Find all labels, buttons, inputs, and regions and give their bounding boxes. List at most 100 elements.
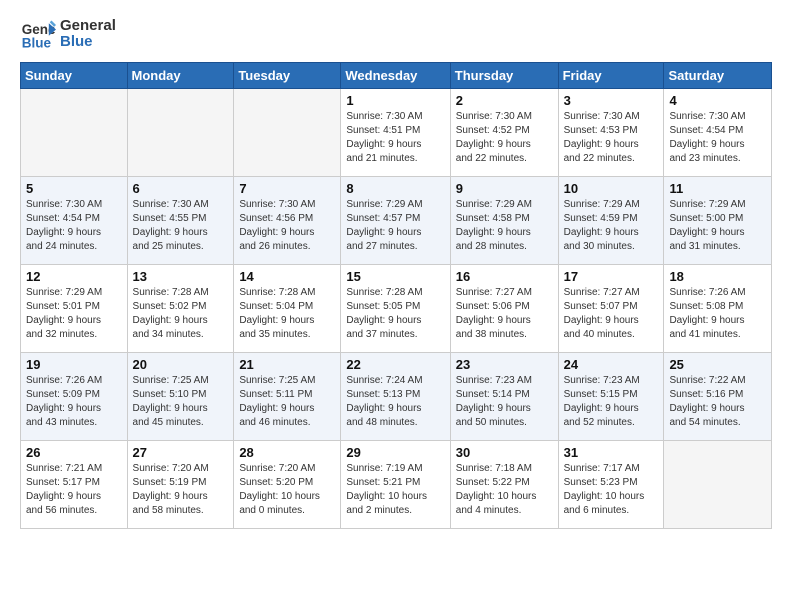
calendar-cell: 3Sunrise: 7:30 AM Sunset: 4:53 PM Daylig…: [558, 89, 664, 177]
calendar-cell: 14 Sunrise: 7:28 AM Sunset: 5:04 PM Dayli…: [234, 265, 341, 353]
weekday-header-friday: Friday: [558, 63, 664, 89]
day-number: 9: [456, 181, 553, 196]
calendar-cell: 6Sunrise: 7:30 AM Sunset: 4:55 PM Daylig…: [127, 177, 234, 265]
day-info: Sunrise: 7:20 AM Sunset: 5:19 PM Dayligh…: [133, 462, 229, 518]
day-info: Sunrise: 7:25 AM Sunset: 5:10 PM Dayligh…: [133, 374, 229, 430]
day-info: Sunrise: 7:29 AM Sunset: 5:01 PM Dayligh…: [26, 286, 122, 342]
calendar-cell: [127, 89, 234, 177]
calendar-cell: 29Sunrise: 7:19 AM Sunset: 5:21 PM Dayli…: [341, 441, 450, 529]
calendar-cell: 13 Sunrise: 7:28 AM Sunset: 5:02 PM Dayli…: [127, 265, 234, 353]
day-number: 5: [26, 181, 122, 196]
day-info: Sunrise: 7:21 AM Sunset: 5:17 PM Dayligh…: [26, 462, 122, 518]
day-number: 13: [133, 269, 229, 284]
day-info: Sunrise: 7:30 AM Sunset: 4:54 PM Dayligh…: [669, 110, 766, 166]
calendar-cell: 18 Sunrise: 7:26 AM Sunset: 5:08 PM Dayli…: [664, 265, 772, 353]
day-number: 31: [564, 445, 659, 460]
day-info: Sunrise: 7:22 AM Sunset: 5:16 PM Dayligh…: [669, 374, 766, 430]
calendar-week-row: 1 Sunrise: 7:30 AM Sunset: 4:51 PM Daylig…: [21, 89, 772, 177]
weekday-header-saturday: Saturday: [664, 63, 772, 89]
calendar-cell: 26Sunrise: 7:21 AM Sunset: 5:17 PM Dayli…: [21, 441, 128, 529]
header: General Blue General Blue: [20, 16, 772, 52]
day-number: 12: [26, 269, 122, 284]
day-number: 14: [239, 269, 335, 284]
calendar-cell: 17 Sunrise: 7:27 AM Sunset: 5:07 PM Dayli…: [558, 265, 664, 353]
calendar-cell: 19Sunrise: 7:26 AM Sunset: 5:09 PM Dayli…: [21, 353, 128, 441]
day-info: Sunrise: 7:19 AM Sunset: 5:21 PM Dayligh…: [346, 462, 444, 518]
day-info: Sunrise: 7:29 AM Sunset: 5:00 PM Dayligh…: [669, 198, 766, 254]
day-info: Sunrise: 7:28 AM Sunset: 5:02 PM Dayligh…: [133, 286, 229, 342]
day-info: Sunrise: 7:29 AM Sunset: 4:58 PM Dayligh…: [456, 198, 553, 254]
calendar-cell: 28 Sunrise: 7:20 AM Sunset: 5:20 PM Dayli…: [234, 441, 341, 529]
day-info: Sunrise: 7:30 AM Sunset: 4:51 PM Dayligh…: [346, 110, 444, 166]
day-info: Sunrise: 7:20 AM Sunset: 5:20 PM Dayligh…: [239, 462, 335, 518]
day-number: 15: [346, 269, 444, 284]
calendar-week-row: 26Sunrise: 7:21 AM Sunset: 5:17 PM Dayli…: [21, 441, 772, 529]
calendar-cell: 23 Sunrise: 7:23 AM Sunset: 5:14 PM Dayli…: [450, 353, 558, 441]
calendar-cell: 15 Sunrise: 7:28 AM Sunset: 5:05 PM Dayli…: [341, 265, 450, 353]
day-info: Sunrise: 7:28 AM Sunset: 5:05 PM Dayligh…: [346, 286, 444, 342]
day-info: Sunrise: 7:30 AM Sunset: 4:56 PM Dayligh…: [239, 198, 335, 254]
day-info: Sunrise: 7:30 AM Sunset: 4:53 PM Dayligh…: [564, 110, 659, 166]
calendar-cell: 8 Sunrise: 7:29 AM Sunset: 4:57 PM Daylig…: [341, 177, 450, 265]
day-number: 18: [669, 269, 766, 284]
day-info: Sunrise: 7:28 AM Sunset: 5:04 PM Dayligh…: [239, 286, 335, 342]
calendar-cell: 10 Sunrise: 7:29 AM Sunset: 4:59 PM Dayli…: [558, 177, 664, 265]
day-info: Sunrise: 7:17 AM Sunset: 5:23 PM Dayligh…: [564, 462, 659, 518]
calendar-cell: [21, 89, 128, 177]
day-number: 27: [133, 445, 229, 460]
calendar-cell: 16Sunrise: 7:27 AM Sunset: 5:06 PM Dayli…: [450, 265, 558, 353]
calendar-cell: 4Sunrise: 7:30 AM Sunset: 4:54 PM Daylig…: [664, 89, 772, 177]
day-number: 23: [456, 357, 553, 372]
day-number: 8: [346, 181, 444, 196]
calendar-cell: 5Sunrise: 7:30 AM Sunset: 4:54 PM Daylig…: [21, 177, 128, 265]
calendar-cell: 12 Sunrise: 7:29 AM Sunset: 5:01 PM Dayli…: [21, 265, 128, 353]
calendar-header-row: SundayMondayTuesdayWednesdayThursdayFrid…: [21, 63, 772, 89]
weekday-header-wednesday: Wednesday: [341, 63, 450, 89]
day-info: Sunrise: 7:24 AM Sunset: 5:13 PM Dayligh…: [346, 374, 444, 430]
day-info: Sunrise: 7:26 AM Sunset: 5:08 PM Dayligh…: [669, 286, 766, 342]
logo: General Blue General Blue: [20, 16, 116, 52]
calendar-cell: 30 Sunrise: 7:18 AM Sunset: 5:22 PM Dayli…: [450, 441, 558, 529]
day-number: 28: [239, 445, 335, 460]
logo-icon: General Blue: [20, 16, 56, 52]
day-number: 22: [346, 357, 444, 372]
calendar-cell: 24Sunrise: 7:23 AM Sunset: 5:15 PM Dayli…: [558, 353, 664, 441]
calendar-cell: 25 Sunrise: 7:22 AM Sunset: 5:16 PM Dayli…: [664, 353, 772, 441]
weekday-header-thursday: Thursday: [450, 63, 558, 89]
day-number: 25: [669, 357, 766, 372]
calendar-cell: [234, 89, 341, 177]
day-number: 10: [564, 181, 659, 196]
logo-blue: Blue: [60, 34, 116, 51]
weekday-header-sunday: Sunday: [21, 63, 128, 89]
day-info: Sunrise: 7:18 AM Sunset: 5:22 PM Dayligh…: [456, 462, 553, 518]
day-info: Sunrise: 7:23 AM Sunset: 5:14 PM Dayligh…: [456, 374, 553, 430]
calendar-cell: 20 Sunrise: 7:25 AM Sunset: 5:10 PM Dayli…: [127, 353, 234, 441]
day-number: 11: [669, 181, 766, 196]
calendar-cell: 1 Sunrise: 7:30 AM Sunset: 4:51 PM Daylig…: [341, 89, 450, 177]
calendar-cell: 9 Sunrise: 7:29 AM Sunset: 4:58 PM Daylig…: [450, 177, 558, 265]
logo-general: General: [60, 18, 116, 35]
day-info: Sunrise: 7:29 AM Sunset: 4:57 PM Dayligh…: [346, 198, 444, 254]
calendar-cell: 11 Sunrise: 7:29 AM Sunset: 5:00 PM Dayli…: [664, 177, 772, 265]
day-number: 30: [456, 445, 553, 460]
day-info: Sunrise: 7:26 AM Sunset: 5:09 PM Dayligh…: [26, 374, 122, 430]
calendar-cell: 31 Sunrise: 7:17 AM Sunset: 5:23 PM Dayli…: [558, 441, 664, 529]
day-info: Sunrise: 7:23 AM Sunset: 5:15 PM Dayligh…: [564, 374, 659, 430]
day-info: Sunrise: 7:27 AM Sunset: 5:07 PM Dayligh…: [564, 286, 659, 342]
calendar-cell: 21 Sunrise: 7:25 AM Sunset: 5:11 PM Dayli…: [234, 353, 341, 441]
day-number: 17: [564, 269, 659, 284]
day-number: 6: [133, 181, 229, 196]
calendar-cell: 7 Sunrise: 7:30 AM Sunset: 4:56 PM Daylig…: [234, 177, 341, 265]
calendar: SundayMondayTuesdayWednesdayThursdayFrid…: [20, 62, 772, 529]
day-number: 7: [239, 181, 335, 196]
day-number: 16: [456, 269, 553, 284]
day-info: Sunrise: 7:29 AM Sunset: 4:59 PM Dayligh…: [564, 198, 659, 254]
day-info: Sunrise: 7:25 AM Sunset: 5:11 PM Dayligh…: [239, 374, 335, 430]
day-number: 20: [133, 357, 229, 372]
weekday-header-tuesday: Tuesday: [234, 63, 341, 89]
day-number: 1: [346, 93, 444, 108]
calendar-week-row: 19Sunrise: 7:26 AM Sunset: 5:09 PM Dayli…: [21, 353, 772, 441]
day-number: 2: [456, 93, 553, 108]
day-number: 21: [239, 357, 335, 372]
calendar-cell: 22 Sunrise: 7:24 AM Sunset: 5:13 PM Dayli…: [341, 353, 450, 441]
